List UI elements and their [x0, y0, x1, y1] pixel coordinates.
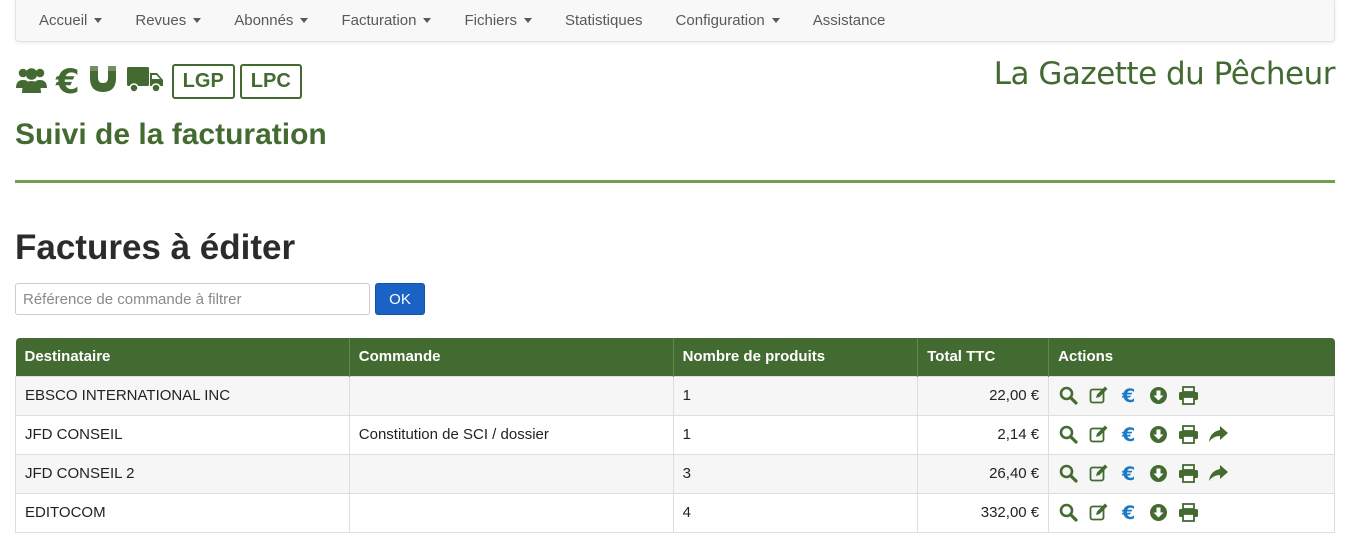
cell-destinataire: JFD CONSEIL 2	[15, 453, 350, 494]
badge-lpc-button[interactable]: LPC	[239, 64, 302, 99]
download-icon[interactable]	[1148, 463, 1169, 484]
nav-item-fichiers[interactable]: Fichiers	[464, 12, 532, 29]
caret-down-icon	[524, 18, 532, 23]
column-header-commande[interactable]: Commande	[349, 338, 674, 376]
nav-item-label: Revues	[135, 12, 187, 29]
table-row: EBSCO INTERNATIONAL INC 1 22,00 € €	[15, 375, 1335, 416]
site-title: La Gazette du Pêcheur	[993, 56, 1336, 92]
nav-item-facturation[interactable]: Facturation	[341, 12, 432, 29]
badge-lgp-button[interactable]: LGP	[171, 64, 235, 99]
forward-icon[interactable]	[1208, 424, 1229, 445]
print-icon[interactable]	[1178, 424, 1199, 445]
caret-down-icon	[300, 18, 309, 23]
nav-item-label: Assistance	[812, 12, 886, 29]
nav-item-abonnes[interactable]: Abonnés	[234, 12, 309, 29]
euro-icon[interactable]: €	[1118, 502, 1139, 524]
column-header-total[interactable]: Total TTC	[917, 338, 1050, 376]
euro-icon[interactable]: €	[1118, 463, 1139, 485]
top-navbar: Accueil Revues Abonnés Facturation Fichiers S…	[15, 0, 1335, 42]
cell-actions: €	[1048, 492, 1335, 533]
cell-commande	[348, 375, 674, 416]
nav-item-label: Statistiques	[565, 12, 643, 29]
print-icon[interactable]	[1178, 385, 1199, 406]
nav-item-assistance[interactable]: Assistance	[813, 12, 886, 29]
nav-item-label: Abonnés	[234, 12, 294, 29]
cell-actions: €	[1048, 375, 1335, 416]
edit-icon[interactable]	[1088, 385, 1109, 406]
cell-commande	[348, 492, 674, 533]
nav-item-label: Facturation	[341, 12, 417, 29]
edit-icon[interactable]	[1088, 424, 1109, 445]
euro-icon[interactable]: €	[1118, 385, 1139, 407]
cell-destinataire: EBSCO INTERNATIONAL INC	[15, 375, 350, 416]
edit-icon[interactable]	[1088, 502, 1109, 523]
nav-item-label: Fichiers	[464, 12, 517, 29]
nav-item-statistiques[interactable]: Statistiques	[565, 12, 643, 29]
download-icon[interactable]	[1148, 385, 1169, 406]
truck-icon[interactable]	[126, 64, 164, 99]
forward-icon[interactable]	[1208, 463, 1229, 484]
cell-nombre: 1	[672, 414, 919, 455]
users-icon[interactable]	[15, 64, 48, 99]
order-reference-filter-input[interactable]	[15, 283, 370, 315]
table-header-row: Destinataire Commande Nombre de produits…	[15, 338, 1335, 376]
search-icon[interactable]	[1058, 385, 1079, 406]
cell-destinataire: EDITOCOM	[15, 492, 350, 533]
magnet-icon[interactable]	[88, 64, 118, 99]
filter-ok-button[interactable]: OK	[375, 283, 425, 315]
cell-total: 22,00 €	[917, 375, 1050, 416]
nav-item-label: Accueil	[39, 12, 88, 29]
cell-total: 26,40 €	[917, 453, 1050, 494]
download-icon[interactable]	[1148, 502, 1169, 523]
nav-item-revues[interactable]: Revues	[135, 12, 202, 29]
table-row: JFD CONSEIL 2 3 26,40 € €	[15, 453, 1335, 494]
caret-down-icon	[94, 18, 103, 23]
cell-actions: €	[1048, 414, 1335, 455]
nav-item-label: Configuration	[675, 12, 765, 29]
invoices-table: Destinataire Commande Nombre de produits…	[15, 338, 1335, 533]
caret-down-icon	[771, 18, 780, 23]
cell-destinataire: JFD CONSEIL	[15, 414, 350, 455]
page-subtitle: Suivi de la facturation	[15, 118, 327, 151]
euro-icon[interactable]: €	[56, 65, 80, 99]
nav-item-accueil[interactable]: Accueil	[39, 12, 103, 29]
download-icon[interactable]	[1148, 424, 1169, 445]
header-icons: € LGP LPC	[15, 64, 307, 99]
print-icon[interactable]	[1178, 463, 1199, 484]
cell-nombre: 1	[672, 375, 919, 416]
table-row: JFD CONSEIL Constitution de SCI / dossier…	[15, 414, 1335, 455]
caret-down-icon	[193, 18, 202, 23]
cell-actions: €	[1048, 453, 1335, 494]
cell-total: 332,00 €	[917, 492, 1050, 533]
cell-nombre: 3	[672, 453, 919, 494]
print-icon[interactable]	[1178, 502, 1199, 523]
cell-total: 2,14 €	[917, 414, 1050, 455]
cell-nombre: 4	[672, 492, 919, 533]
table-row: EDITOCOM 4 332,00 € €	[15, 492, 1335, 533]
cell-commande	[348, 453, 674, 494]
column-header-nombre[interactable]: Nombre de produits	[673, 338, 919, 376]
search-icon[interactable]	[1058, 463, 1079, 484]
edit-icon[interactable]	[1088, 463, 1109, 484]
divider	[15, 180, 1335, 183]
caret-down-icon	[423, 18, 432, 23]
euro-icon[interactable]: €	[1118, 424, 1139, 446]
section-title: Factures à éditer	[15, 228, 296, 267]
column-header-actions: Actions	[1048, 338, 1335, 376]
column-header-destinataire[interactable]: Destinataire	[15, 338, 350, 376]
nav-item-configuration[interactable]: Configuration	[676, 12, 780, 29]
search-icon[interactable]	[1058, 502, 1079, 523]
cell-commande: Constitution de SCI / dossier	[348, 414, 674, 455]
search-icon[interactable]	[1058, 424, 1079, 445]
